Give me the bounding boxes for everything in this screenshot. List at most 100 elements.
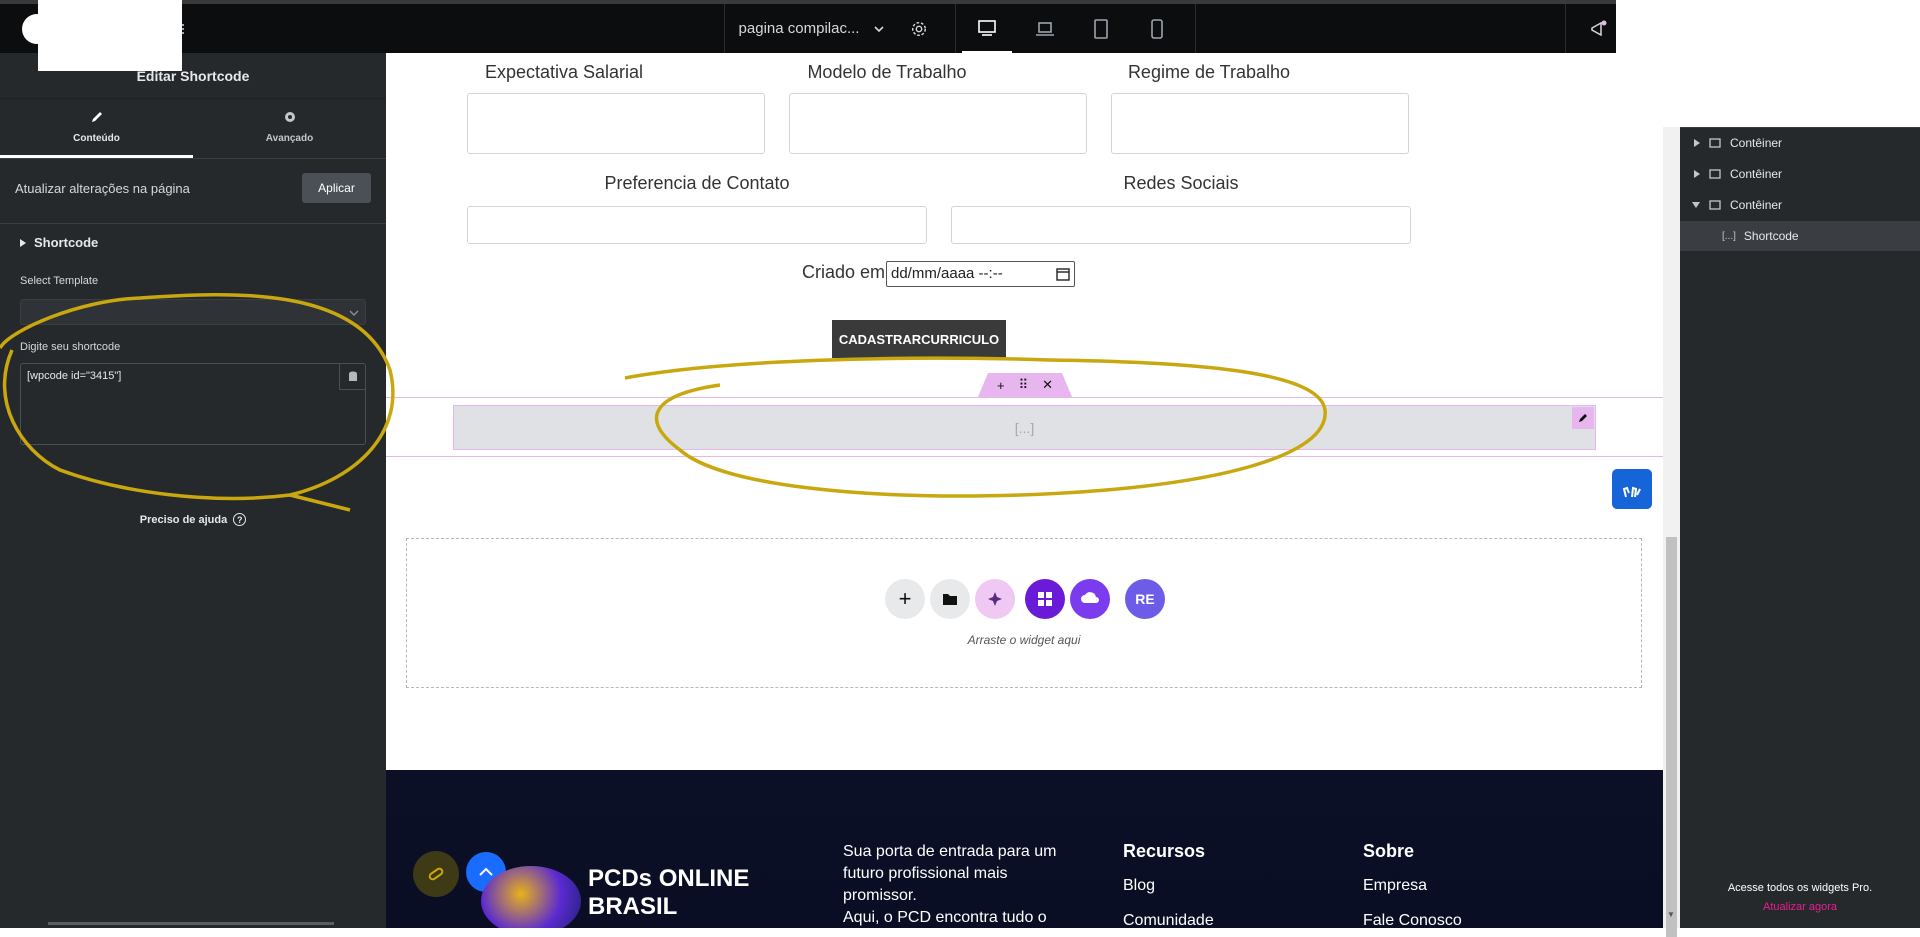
tablet-icon[interactable] xyxy=(1076,4,1126,53)
caret-right-icon xyxy=(1694,170,1700,178)
edit-widget-pencil-icon[interactable] xyxy=(1572,407,1594,429)
dynamic-tags-icon[interactable] xyxy=(339,364,365,390)
footer-col2-title: Sobre xyxy=(1363,841,1415,861)
navigator-item-container[interactable]: Contêiner xyxy=(1694,160,1782,188)
navigator-item-shortcode[interactable]: [...] Shortcode xyxy=(1680,221,1920,251)
help-link[interactable]: Preciso de ajuda ? xyxy=(0,513,386,526)
calendar-icon[interactable] xyxy=(1056,267,1070,281)
label-modelo: Modelo de Trabalho xyxy=(807,62,967,82)
scrollbar-thumb[interactable] xyxy=(1666,537,1677,937)
editor-panel: Editar Shortcode Conteúdo Avançado Atual… xyxy=(0,53,400,928)
navigator-item-label: Contêiner xyxy=(1730,167,1783,181)
section-title: Shortcode xyxy=(34,235,99,250)
caret-right-icon xyxy=(1694,139,1700,147)
shortcode-value: [wpcode id="3415"] xyxy=(27,370,122,382)
page-name: pagina compilac... xyxy=(738,20,860,37)
dropzone-text: Arraste o widget aqui xyxy=(967,633,1081,647)
gear-icon xyxy=(284,112,295,122)
label-regime: Regime de Trabalho xyxy=(1127,62,1291,82)
shortcode-label: Digite seu shortcode xyxy=(20,341,121,353)
shortcode-widget[interactable]: [...] xyxy=(453,405,1596,450)
tagline-line: Sua porta de entrada para um xyxy=(843,843,1057,860)
addon-cloud-icon[interactable] xyxy=(1070,579,1110,619)
laptop-icon[interactable] xyxy=(1020,4,1070,53)
caret-right-icon xyxy=(20,238,26,247)
navigator-item-container[interactable]: Contêiner xyxy=(1694,129,1782,157)
footer-col1-title: Recursos xyxy=(1123,841,1206,861)
label-expectativa: Expectativa Salarial xyxy=(484,62,644,82)
tab-advanced-label: Avançado xyxy=(265,133,314,144)
label-redes: Redes Sociais xyxy=(1123,173,1239,193)
accessibility-hands-icon[interactable] xyxy=(1612,469,1652,509)
date-placeholder: dd/mm/aaaa --:-- xyxy=(891,265,1003,282)
footer-link-empresa[interactable]: Empresa xyxy=(1363,877,1427,895)
pro-promo-text: Acesse todos os widgets Pro. xyxy=(1727,882,1873,894)
select-template-label: Select Template xyxy=(20,275,99,287)
page-selector[interactable]: pagina compilac... xyxy=(724,4,900,53)
container-icon xyxy=(1709,169,1721,179)
footer-link-blog[interactable]: Blog xyxy=(1123,877,1155,895)
navigator-item-label: Contêiner xyxy=(1730,136,1783,150)
modelo-input[interactable] xyxy=(789,93,1087,154)
page-settings-gear-icon[interactable] xyxy=(900,4,938,53)
tab-advanced[interactable]: Avançado xyxy=(193,108,386,158)
tagline-line: promissor. xyxy=(843,887,917,904)
footer-link-fale-conosco[interactable]: Fale Conosco xyxy=(1363,912,1462,928)
regime-input[interactable] xyxy=(1111,93,1409,154)
royal-elements-logo-icon[interactable]: RE xyxy=(1125,579,1165,619)
question-icon: ? xyxy=(233,513,247,526)
pill-badge-icon[interactable] xyxy=(413,851,459,897)
drag-handle-icon[interactable]: ⠿ xyxy=(1019,377,1029,393)
add-icon[interactable]: + xyxy=(997,378,1005,393)
tagline-line: futuro profissional mais xyxy=(843,865,1008,882)
select-template-dropdown[interactable] xyxy=(20,299,366,325)
chevron-down-icon xyxy=(874,25,885,32)
label-preferencia: Preferencia de Contato xyxy=(604,173,790,193)
site-footer: PCDs ONLINE BRASIL Sua porta de entrada … xyxy=(386,770,1663,928)
chevron-down-icon xyxy=(349,310,359,316)
expectativa-input[interactable] xyxy=(467,93,765,154)
close-icon[interactable]: ✕ xyxy=(1042,377,1053,393)
widget-grid-icon[interactable] xyxy=(1025,579,1065,619)
canvas-scrollbar[interactable]: ▼ xyxy=(1663,127,1680,937)
desktop-icon[interactable] xyxy=(962,4,1012,53)
outside-area xyxy=(1616,0,1920,127)
date-input[interactable]: dd/mm/aaaa --:-- xyxy=(886,261,1075,287)
widget-dropzone[interactable] xyxy=(406,538,1642,688)
navigator-item-label: Contêiner xyxy=(1730,198,1783,212)
preferencia-input[interactable] xyxy=(467,206,927,244)
redacted-box xyxy=(38,0,182,71)
scroll-down-arrow-icon[interactable]: ▼ xyxy=(1667,910,1675,919)
brand-line-2: BRASIL xyxy=(588,893,678,920)
brand-globe-logo xyxy=(481,866,581,928)
caret-down-icon xyxy=(1692,202,1700,208)
tab-content[interactable]: Conteúdo xyxy=(0,108,193,158)
tab-content-label: Conteúdo xyxy=(73,133,120,144)
navigator-item-container[interactable]: Contêiner xyxy=(1692,191,1782,219)
template-library-folder-icon[interactable] xyxy=(930,579,970,619)
shortcode-placeholder: [...] xyxy=(1014,419,1035,436)
help-text: Preciso de ajuda xyxy=(139,513,228,526)
preview-canvas: Expectativa Salarial Modelo de Trabalho … xyxy=(386,53,1663,928)
redes-input[interactable] xyxy=(951,206,1411,244)
notifications-megaphone-icon[interactable] xyxy=(1580,4,1616,53)
navigator-panel: Contêiner Contêiner Contêiner [...] Shor… xyxy=(1680,127,1920,928)
section-shortcode-toggle[interactable]: Shortcode xyxy=(20,235,98,250)
shortcode-textarea[interactable]: [wpcode id="3415"] xyxy=(20,363,366,445)
pencil-icon xyxy=(91,112,102,122)
panel-scrollbar[interactable] xyxy=(48,922,334,925)
update-text: Atualizar alterações na página xyxy=(15,181,190,196)
editor-topbar: pagina compilac... xyxy=(0,0,1616,71)
pro-upgrade-link[interactable]: Atualizar agora xyxy=(1680,901,1920,913)
mobile-icon[interactable] xyxy=(1132,4,1182,53)
ai-sparkles-icon[interactable] xyxy=(975,579,1015,619)
add-section-plus-icon[interactable]: + xyxy=(885,579,925,619)
submit-button[interactable]: CADASTRARCURRICULO xyxy=(832,320,1006,358)
apply-button[interactable]: Aplicar xyxy=(302,173,371,203)
footer-link-comunidade[interactable]: Comunidade xyxy=(1123,912,1214,928)
brand-line-1: PCDs ONLINE xyxy=(588,865,750,892)
brand-name: PCDs ONLINE BRASIL xyxy=(588,865,749,921)
container-handle[interactable]: + ⠿ ✕ xyxy=(978,373,1072,397)
footer-tagline: Sua porta de entrada para um futuro prof… xyxy=(843,841,1083,928)
shortcode-icon: [...] xyxy=(1722,230,1736,242)
